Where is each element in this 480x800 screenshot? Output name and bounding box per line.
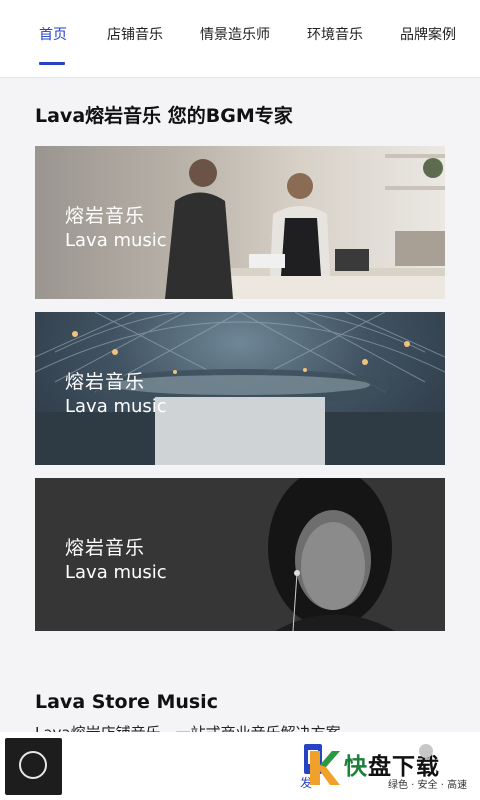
now-playing-thumbnail[interactable] [5,738,62,795]
page-heading: Lava熔岩音乐 您的BGM专家 [35,105,293,127]
tab-brand-cases[interactable]: 品牌案例 [400,24,456,44]
logo-k-icon [310,751,340,785]
banner-card-listener[interactable]: 熔岩音乐 Lava music [35,478,445,631]
banner-title-en: Lava music [65,230,167,251]
banner-caption: 熔岩音乐 Lava music [65,203,167,253]
site-logo: 快盘下载 绿色 · 安全 · 高速 [306,745,476,793]
banner-caption: 熔岩音乐 Lava music [65,369,167,419]
top-nav-tabs: 首页 店铺音乐 情景造乐师 环境音乐 品牌案例 [0,0,480,78]
logo-wordmark-green: 快 [344,754,368,780]
tab-scene-music-maker[interactable]: 情景造乐师 [200,24,270,44]
tab-home[interactable]: 首页 [39,24,67,44]
banner-card-mall[interactable]: 熔岩音乐 Lava music [35,312,445,465]
logo-tagline: 绿色 · 安全 · 高速 [388,780,468,791]
tab-ambient-music[interactable]: 环境音乐 [307,24,363,44]
banner-title-en: Lava music [65,396,167,417]
banner-title-en: Lava music [65,562,167,583]
store-music-subtitle: Lava熔岩店铺音乐，一站式商业音乐解决方案 [35,722,341,732]
scroll-dot-icon [419,744,433,758]
banner-title-cn: 熔岩音乐 [65,205,146,227]
banner-title-cn: 熔岩音乐 [65,537,146,559]
store-music-heading: Lava Store Music [35,691,218,713]
play-button-icon[interactable] [19,751,47,779]
banner-caption: 熔岩音乐 Lava music [65,535,167,585]
banner-title-cn: 熔岩音乐 [65,371,146,393]
tab-store-music[interactable]: 店铺音乐 [107,24,163,44]
active-tab-indicator [39,62,65,65]
banner-card-cafe[interactable]: 熔岩音乐 Lava music [35,146,445,299]
